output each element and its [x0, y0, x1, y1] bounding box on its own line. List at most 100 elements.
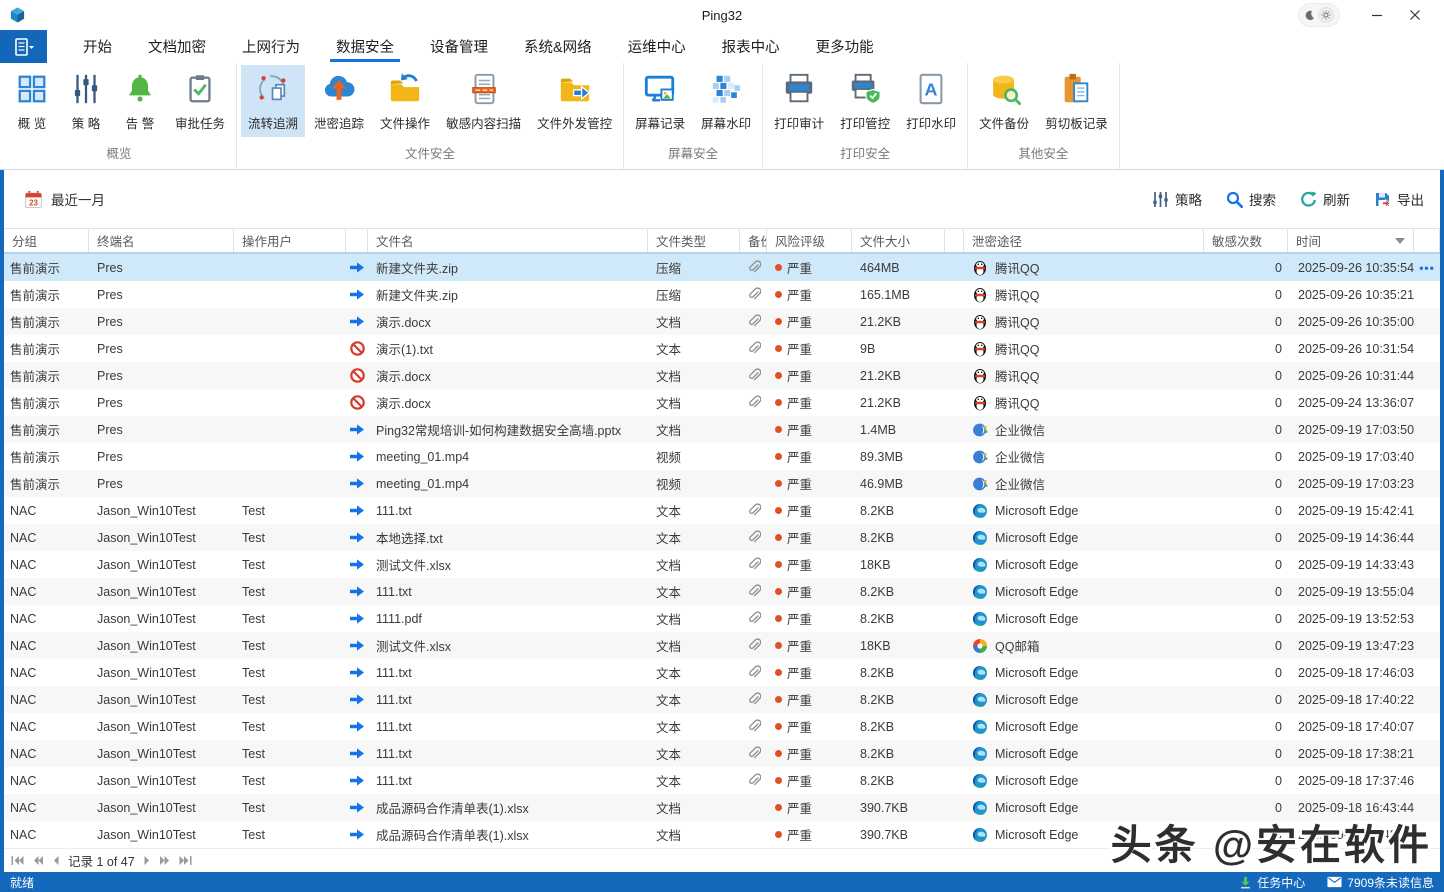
- ribbon-button[interactable]: 敏感内容扫描: [439, 65, 528, 137]
- risk-label: 严重: [787, 798, 812, 817]
- table-row[interactable]: NACJason_Win10TestTest111.txt文本严重8.2KBMi…: [4, 767, 1440, 794]
- nav-next-button[interactable]: [142, 855, 151, 866]
- ribbon-button[interactable]: 文件备份: [972, 65, 1036, 137]
- table-row[interactable]: 售前演示Pres演示.docx文档严重21.2KB腾讯QQ02025-09-24…: [4, 389, 1440, 416]
- table-row[interactable]: NACJason_Win10TestTest本地选择.txt文本严重8.2KBM…: [4, 524, 1440, 551]
- column-header[interactable]: 敏感次数: [1204, 229, 1288, 252]
- column-header[interactable]: 文件名: [368, 229, 648, 252]
- column-header[interactable]: 分组: [4, 229, 89, 252]
- table-row[interactable]: NACJason_Win10TestTest111.txt文本严重8.2KBMi…: [4, 740, 1440, 767]
- ribbon-button[interactable]: 泄密追踪: [307, 65, 371, 137]
- app-menu-button[interactable]: [0, 30, 47, 63]
- table-row[interactable]: NACJason_Win10TestTest测试文件.xlsx文档严重18KBM…: [4, 551, 1440, 578]
- cell-more: [1414, 362, 1440, 389]
- table-row[interactable]: NACJason_Win10TestTest成品源码合作清单表(1).xlsx文…: [4, 794, 1440, 821]
- table-row[interactable]: 售前演示Pres演示.docx文档严重21.2KB腾讯QQ02025-09-26…: [4, 308, 1440, 335]
- ribbon-button[interactable]: 审批任务: [168, 65, 232, 137]
- cell-filesize: 390.7KB: [852, 794, 945, 821]
- cell-sensitive-count: 0: [1204, 254, 1288, 281]
- table-row[interactable]: NACJason_Win10TestTest111.txt文本严重8.2KBMi…: [4, 578, 1440, 605]
- date-range-filter[interactable]: 23 最近一月: [24, 189, 105, 209]
- ribbon-button[interactable]: 概 览: [6, 65, 58, 137]
- column-header[interactable]: 泄密途径: [964, 229, 1204, 252]
- ribbon-button[interactable]: 打印审计: [767, 65, 831, 137]
- nav-last-button[interactable]: [178, 855, 193, 866]
- table-row[interactable]: NACJason_Win10TestTest111.txt文本严重8.2KBMi…: [4, 659, 1440, 686]
- menu-tab-1[interactable]: 开始: [79, 30, 116, 63]
- risk-dot-icon: [775, 345, 782, 352]
- cell-group: 售前演示: [4, 389, 89, 416]
- column-header[interactable]: 时间: [1288, 229, 1414, 252]
- cell-group: 售前演示: [4, 362, 89, 389]
- table-row[interactable]: 售前演示Pres新建文件夹.zip压缩严重464MB腾讯QQ02025-09-2…: [4, 254, 1440, 281]
- arrow-right-icon: [349, 260, 365, 275]
- nav-first-button[interactable]: [10, 855, 25, 866]
- messages-button[interactable]: 7909条未读信息: [1327, 874, 1434, 891]
- ribbon-button[interactable]: 流转追溯: [241, 65, 305, 137]
- ribbon-button[interactable]: 屏幕记录: [628, 65, 692, 137]
- close-button[interactable]: [1398, 2, 1432, 28]
- table-row[interactable]: NACJason_Win10TestTest1111.pdf文档严重8.2KBM…: [4, 605, 1440, 632]
- cell-sensitive-count: 0: [1204, 524, 1288, 551]
- nav-next-page-button[interactable]: [158, 855, 171, 866]
- ribbon-button[interactable]: 剪切板记录: [1038, 65, 1115, 137]
- row-more-button[interactable]: •••: [1419, 261, 1435, 275]
- menu-tab-3[interactable]: 上网行为: [238, 30, 304, 63]
- table-row[interactable]: 售前演示Pres演示(1).txt文本严重9B腾讯QQ02025-09-26 1…: [4, 335, 1440, 362]
- column-header[interactable]: 操作用户: [234, 229, 346, 252]
- cell-backup: [740, 713, 767, 740]
- ribbon-group-label: 屏幕安全: [627, 137, 759, 169]
- task-center-button[interactable]: 任务中心: [1239, 874, 1305, 891]
- table-row[interactable]: NACJason_Win10TestTest111.txt文本严重8.2KBMi…: [4, 686, 1440, 713]
- menu-tab-8[interactable]: 报表中心: [718, 30, 784, 63]
- table-row[interactable]: 售前演示Pres新建文件夹.zip压缩严重165.1MB腾讯QQ02025-09…: [4, 281, 1440, 308]
- table-row[interactable]: 售前演示Presmeeting_01.mp4视频严重89.3MB企业微信0202…: [4, 443, 1440, 470]
- cell-risk: 严重: [767, 335, 852, 362]
- table-row[interactable]: NACJason_Win10TestTest成品源码合作清单表(1).xlsx文…: [4, 821, 1440, 848]
- table-row[interactable]: NACJason_Win10TestTest111.txt文本严重8.2KBMi…: [4, 497, 1440, 524]
- clipboard-icon: [1059, 72, 1093, 106]
- menu-tab-6[interactable]: 系统&网络: [520, 30, 596, 63]
- nav-prev-page-button[interactable]: [32, 855, 45, 866]
- ribbon-button[interactable]: 文件操作: [373, 65, 437, 137]
- toolbar-refresh-button[interactable]: 刷新: [1300, 189, 1350, 209]
- column-header[interactable]: 文件类型: [648, 229, 740, 252]
- column-header[interactable]: 风险评级: [767, 229, 852, 252]
- column-header[interactable]: [945, 229, 964, 252]
- column-header[interactable]: 终端名: [89, 229, 234, 252]
- ribbon-button[interactable]: 打印管控: [833, 65, 897, 137]
- task-center-label: 任务中心: [1257, 874, 1305, 891]
- nav-prev-button[interactable]: [52, 855, 61, 866]
- theme-toggle[interactable]: [1298, 3, 1340, 27]
- minimize-button[interactable]: [1360, 2, 1394, 28]
- menu-tab-5[interactable]: 设备管理: [426, 30, 492, 63]
- toolbar-search-button[interactable]: 搜索: [1226, 189, 1276, 209]
- menu-tab-7[interactable]: 运维中心: [624, 30, 690, 63]
- ribbon-button[interactable]: A打印水印: [899, 65, 963, 137]
- menu-tab-2[interactable]: 文档加密: [144, 30, 210, 63]
- ribbon-button[interactable]: 告 警: [114, 65, 166, 137]
- column-header[interactable]: [346, 229, 368, 252]
- cell-file-action: [346, 281, 368, 308]
- column-header[interactable]: 备份: [740, 229, 767, 252]
- table-row[interactable]: NACJason_Win10TestTest测试文件.xlsx文档严重18KBQ…: [4, 632, 1440, 659]
- cell-backup: [740, 821, 767, 848]
- table-row[interactable]: 售前演示PresPing32常规培训-如何构建数据安全高墙.pptx文档严重1.…: [4, 416, 1440, 443]
- ribbon: 概 览策 略告 警审批任务概览流转追溯泄密追踪文件操作敏感内容扫描文件外发管控文…: [0, 63, 1444, 170]
- window-title: Ping32: [0, 8, 1444, 23]
- column-header[interactable]: 文件大小: [852, 229, 945, 252]
- toolbar-sliders-button[interactable]: 策略: [1152, 189, 1202, 209]
- ribbon-button[interactable]: 文件外发管控: [530, 65, 619, 137]
- table-row[interactable]: 售前演示Presmeeting_01.mp4视频严重46.9MB企业微信0202…: [4, 470, 1440, 497]
- menu-tab-9[interactable]: 更多功能: [812, 30, 878, 63]
- menu-tab-4[interactable]: 数据安全: [332, 30, 398, 63]
- ribbon-button[interactable]: 策 略: [60, 65, 112, 137]
- ribbon-button[interactable]: 屏幕水印: [694, 65, 758, 137]
- cell-sensitive-count: 0: [1204, 416, 1288, 443]
- arrow-right-icon: [349, 719, 365, 734]
- cell-time: 2025-09-19 14:36:44: [1288, 524, 1414, 551]
- table-row[interactable]: 售前演示Pres演示.docx文档严重21.2KB腾讯QQ02025-09-26…: [4, 362, 1440, 389]
- table-row[interactable]: NACJason_Win10TestTest111.txt文本严重8.2KBMi…: [4, 713, 1440, 740]
- column-header[interactable]: [1414, 229, 1440, 252]
- toolbar-export-button[interactable]: 导出: [1374, 189, 1424, 209]
